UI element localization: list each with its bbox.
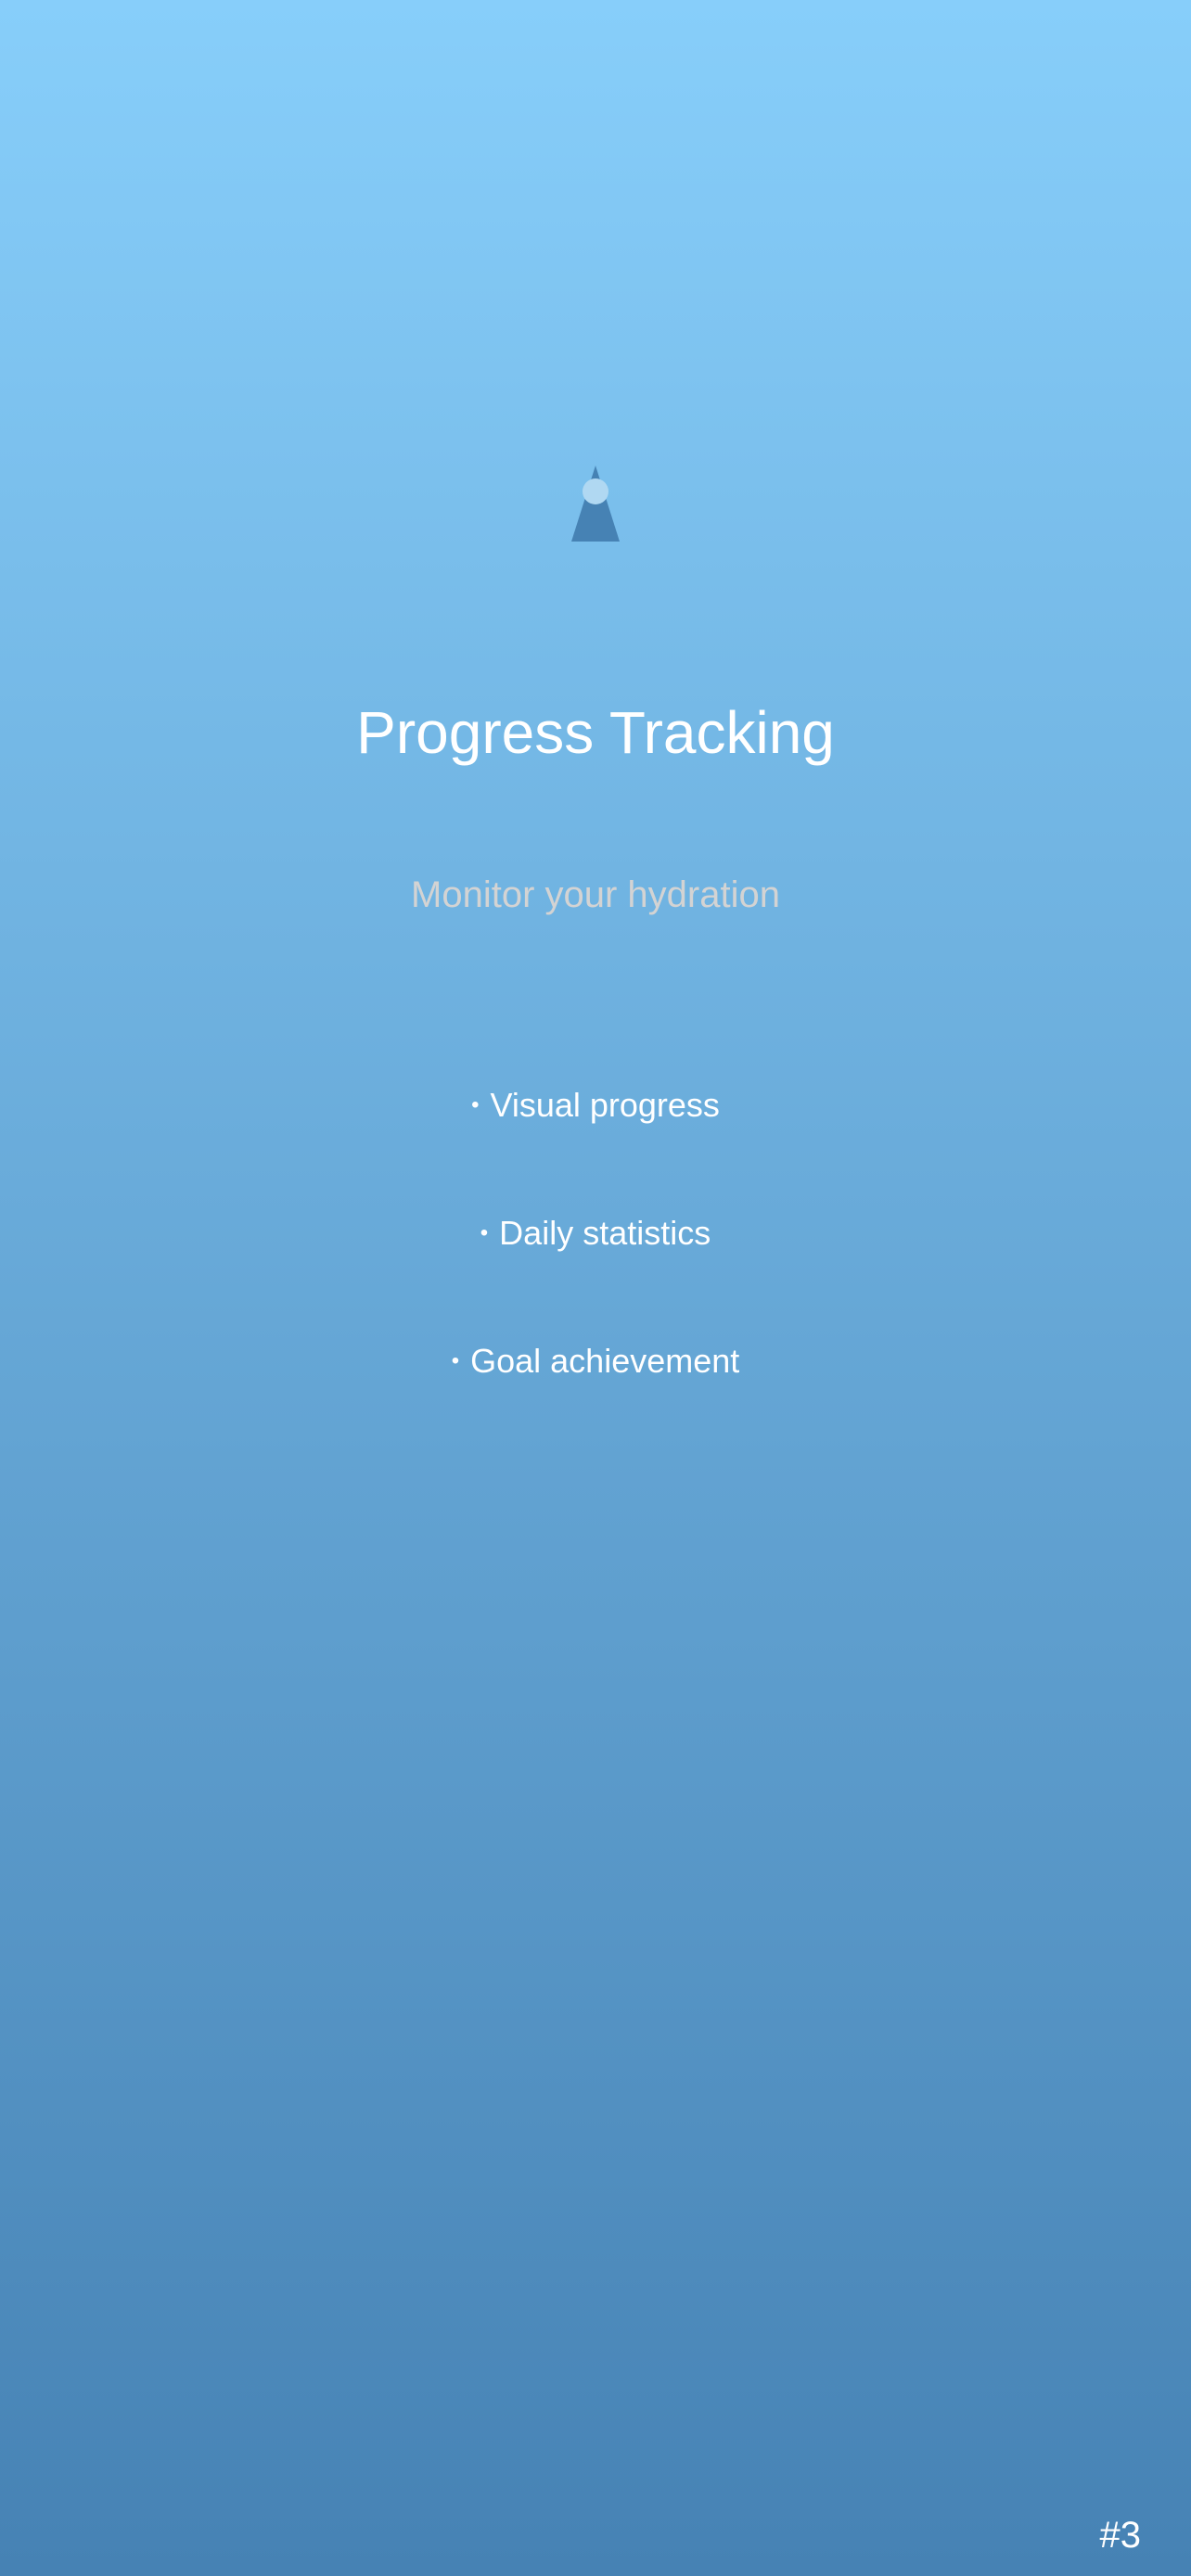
feature-label: Daily statistics: [499, 1214, 711, 1252]
bullet-icon: •: [471, 1092, 480, 1117]
feature-item: • Daily statistics: [0, 1208, 1191, 1336]
page-indicator: #3: [1099, 2515, 1142, 2556]
onboarding-screen: Progress Tracking Monitor your hydration…: [0, 0, 1191, 2576]
feature-item: • Goal achievement: [0, 1336, 1191, 1464]
water-drop-highlight: [583, 478, 608, 504]
page-title: Progress Tracking: [356, 699, 835, 766]
bullet-icon: •: [451, 1348, 460, 1373]
page-subtitle: Monitor your hydration: [411, 874, 780, 915]
bullet-icon: •: [480, 1220, 489, 1245]
feature-label: Visual progress: [490, 1086, 720, 1124]
feature-label: Goal achievement: [470, 1342, 740, 1380]
water-drop-icon: [571, 465, 620, 542]
feature-list: • Visual progress • Daily statistics • Goal…: [0, 1080, 1191, 1464]
feature-item: • Visual progress: [0, 1080, 1191, 1208]
